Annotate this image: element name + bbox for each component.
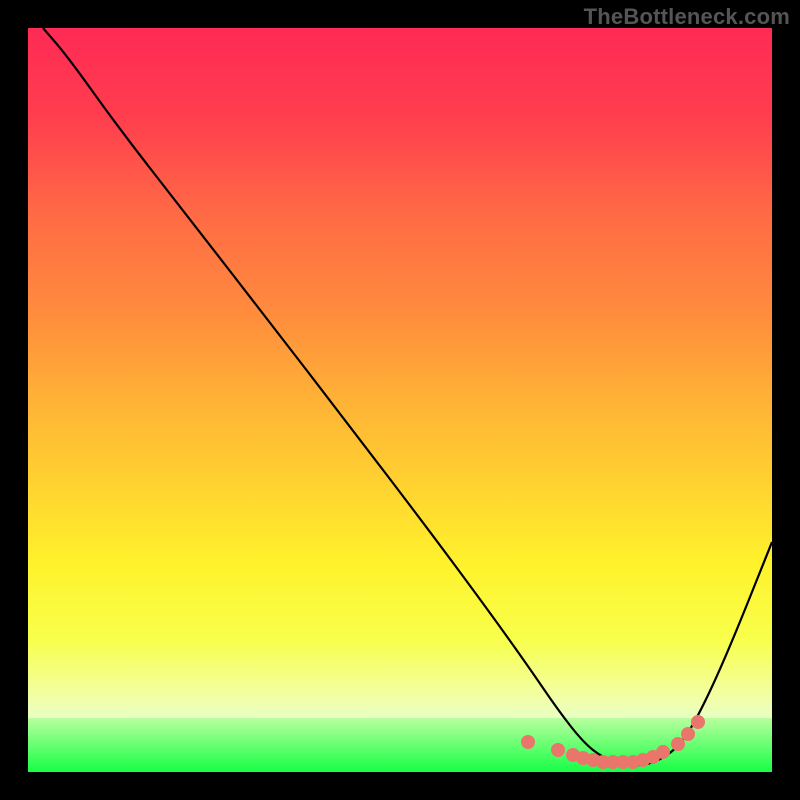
gradient-background xyxy=(28,28,772,772)
optimal-point xyxy=(656,745,670,759)
attribution-text: TheBottleneck.com xyxy=(584,4,790,30)
optimal-point xyxy=(681,727,695,741)
bottleneck-chart xyxy=(28,28,772,772)
optimal-point xyxy=(691,715,705,729)
stage: TheBottleneck.com xyxy=(0,0,800,800)
optimal-point xyxy=(521,735,535,749)
plot-area xyxy=(28,28,772,772)
optimal-point xyxy=(551,743,565,757)
optimal-point xyxy=(671,737,685,751)
optimal-band xyxy=(28,718,772,772)
